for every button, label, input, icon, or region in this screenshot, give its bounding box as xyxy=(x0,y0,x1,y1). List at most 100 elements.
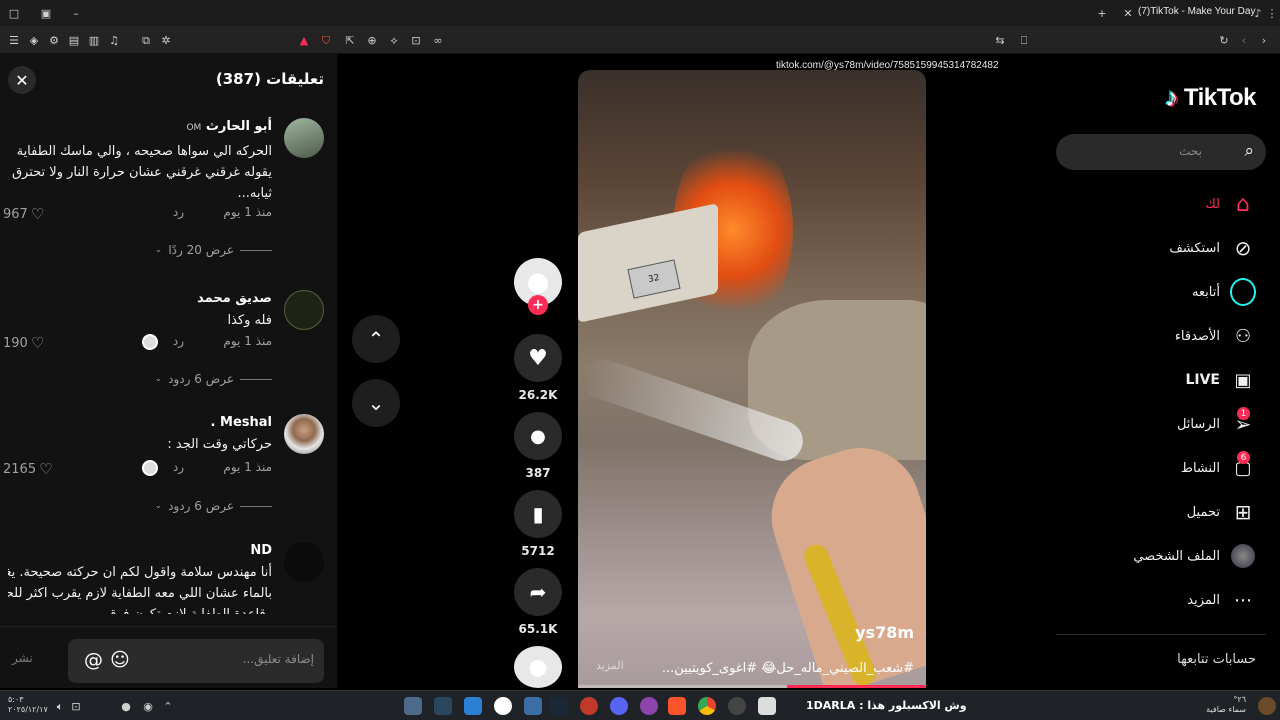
new-tab-icon[interactable]: + xyxy=(1094,5,1110,21)
tab-options-icon[interactable]: ⋮ xyxy=(1264,5,1280,21)
video-progress-bar[interactable] xyxy=(578,685,926,688)
save-button[interactable]: ▮ xyxy=(514,490,562,538)
video-author[interactable]: ys78m xyxy=(855,623,914,642)
minimize-icon[interactable]: – xyxy=(68,5,84,21)
photos-app-icon[interactable] xyxy=(464,697,482,715)
previous-video-button[interactable]: ⌃ xyxy=(352,315,400,363)
post-comment-button[interactable]: نشر xyxy=(12,651,33,665)
epic-app-icon[interactable] xyxy=(494,697,512,715)
comment-input[interactable]: إضافة تعليق... @ ☺ xyxy=(68,639,324,683)
reload-icon[interactable]: ↻ xyxy=(1216,32,1232,48)
translate-icon[interactable]: ⟡ xyxy=(386,32,402,48)
view-replies-button[interactable]: عرض 20 ردًا ⌄ xyxy=(155,243,272,257)
close-tab-icon[interactable]: ✕ xyxy=(1120,5,1136,21)
mention-icon[interactable]: @ xyxy=(84,649,103,671)
search-input[interactable]: ⌕ بحث xyxy=(1056,134,1266,170)
brave-shield-icon[interactable]: ⛉ xyxy=(318,32,334,48)
sidebar-item-upload[interactable]: ⊞ تحميل xyxy=(1187,497,1256,527)
like-comment-button[interactable]: 190 ♡ xyxy=(3,334,44,352)
forward-icon[interactable]: ‹ xyxy=(1236,32,1252,48)
settings-app-icon[interactable] xyxy=(404,697,422,715)
sidebar-item-following[interactable]: أتابعه xyxy=(1192,277,1256,307)
sidebar-item-live[interactable]: ▣ LIVE xyxy=(1185,365,1256,395)
sound-avatar[interactable]: ● xyxy=(514,646,562,688)
view-replies-button[interactable]: عرض 6 ردود ⌄ xyxy=(155,372,272,386)
tab-title[interactable]: (7)TikTok - Make Your Day xyxy=(1138,6,1255,17)
weather-widget[interactable]: °٢٦ سماء صافية xyxy=(1206,695,1246,715)
sidebar-item-label: LIVE xyxy=(1185,372,1220,388)
sidebar-item-for-you[interactable]: ⌂ لك xyxy=(1205,189,1256,219)
comments-panel: تعليقات (387) ✕ أبو الحارث OM الحركه الي… xyxy=(0,54,337,688)
reply-button[interactable]: رد xyxy=(173,460,184,474)
volume-icon[interactable]: 🔈︎ xyxy=(52,698,68,714)
reply-button[interactable]: رد xyxy=(173,334,184,348)
comment-author[interactable]: Meshal . xyxy=(8,414,272,432)
weather-temp: °٢٦ xyxy=(1233,695,1246,704)
avatar[interactable] xyxy=(284,414,324,454)
shield-icon[interactable]: ◈ xyxy=(26,32,42,48)
avatar[interactable] xyxy=(284,542,324,582)
caption-more-button[interactable]: المزيد xyxy=(596,659,624,672)
bookmark-icon: ▮ xyxy=(532,502,544,526)
comment-author[interactable]: ND xyxy=(8,542,272,560)
link-icon[interactable]: ∞ xyxy=(430,32,446,48)
video-player[interactable]: 32 ys78m #شعب_الصيني_ماله_حل😂 #اغوى_كويت… xyxy=(578,70,926,688)
emoji-icon[interactable]: ☺ xyxy=(110,649,130,671)
game-app-icon[interactable] xyxy=(580,697,598,715)
tab-manager-icon[interactable]: ▣ xyxy=(38,5,54,21)
discord-app-icon[interactable] xyxy=(610,697,628,715)
chrome-app-icon[interactable] xyxy=(698,697,716,715)
avatar[interactable] xyxy=(284,290,324,330)
sidebar-item-more[interactable]: ⋯ المزيد xyxy=(1187,585,1256,615)
tray-icon[interactable]: ◉ xyxy=(140,698,156,714)
zoom-icon[interactable]: ⊕ xyxy=(364,32,380,48)
reply-button[interactable]: رد xyxy=(173,205,184,219)
follow-button[interactable]: + xyxy=(528,295,548,315)
extensions-icon[interactable]: ⚙ xyxy=(46,32,62,48)
window-icon[interactable]: ▤ xyxy=(66,32,82,48)
steam-alt-app-icon[interactable] xyxy=(550,697,568,715)
settings-icon[interactable]: ✲ xyxy=(158,32,174,48)
back-icon[interactable]: › xyxy=(1256,32,1272,48)
shield-app-icon[interactable] xyxy=(524,697,542,715)
comment-button[interactable]: ● xyxy=(514,412,562,460)
system-clock[interactable]: ٥:٠٣ ٢٠٢٥/١٢/١٧ xyxy=(8,695,48,715)
microphone-icon[interactable]: ● xyxy=(118,698,134,714)
video-caption[interactable]: #شعب_الصيني_ماله_حل😂 #اغوى_كويتيين... xyxy=(662,661,914,676)
close-comments-button[interactable]: ✕ xyxy=(8,66,36,94)
show-hidden-icons[interactable]: ⌃ xyxy=(160,698,176,714)
like-comment-button[interactable]: 967 ♡ xyxy=(3,205,44,223)
share-button[interactable]: ➦ xyxy=(514,568,562,616)
screenshot-icon[interactable]: ⊡ xyxy=(408,32,424,48)
search-icon[interactable]: ⌕ xyxy=(1244,141,1254,161)
bookmark-icon[interactable]: ⎕ xyxy=(1016,32,1032,48)
brave-app-icon[interactable] xyxy=(668,697,686,715)
tiktok-logo[interactable]: TikTok ♪ xyxy=(1165,82,1256,113)
network-icon[interactable]: ⊡ xyxy=(68,698,84,714)
sidebar-toggle-icon[interactable]: ▥ xyxy=(86,32,102,48)
sidebar-item-messages[interactable]: ➢ 1 الرسائل xyxy=(1177,407,1256,439)
news-ticker[interactable]: وش الاكسبلور هذا : 1DARLA xyxy=(806,699,967,712)
share-page-icon[interactable]: ⇱ xyxy=(342,32,358,48)
next-video-button[interactable]: ⌄ xyxy=(352,379,400,427)
avatar[interactable] xyxy=(284,118,324,158)
sidebar-item-explore[interactable]: ⊘ استكشف xyxy=(1169,233,1256,263)
like-button[interactable]: ♥ xyxy=(514,334,562,382)
sidebar-item-activity[interactable]: ▢ 6 النشاط xyxy=(1181,451,1256,483)
warning-icon[interactable]: ▲ xyxy=(296,32,312,48)
comment-author[interactable]: أبو الحارث xyxy=(206,119,272,134)
site-info-icon[interactable]: ⇆ xyxy=(992,32,1008,48)
music-icon[interactable]: ♫ xyxy=(106,32,122,48)
files-app-icon[interactable] xyxy=(758,697,776,715)
like-comment-button[interactable]: 2165 ♡ xyxy=(3,460,53,478)
hamburger-menu-icon[interactable]: ☰ xyxy=(6,32,22,48)
chat-app-icon[interactable] xyxy=(640,697,658,715)
sidebar-item-friends[interactable]: ⚇ الأصدقاء xyxy=(1175,321,1256,351)
picture-in-picture-icon[interactable]: ⧉ xyxy=(138,32,154,48)
steam-app-icon[interactable] xyxy=(434,697,452,715)
media-app-icon[interactable] xyxy=(728,697,746,715)
sidebar-item-profile[interactable]: الملف الشخصي xyxy=(1133,541,1256,571)
comment-author[interactable]: صديق محمد xyxy=(8,290,272,308)
window-menu-icon[interactable]: □ xyxy=(6,5,22,21)
view-replies-button[interactable]: عرض 6 ردود ⌄ xyxy=(155,499,272,513)
